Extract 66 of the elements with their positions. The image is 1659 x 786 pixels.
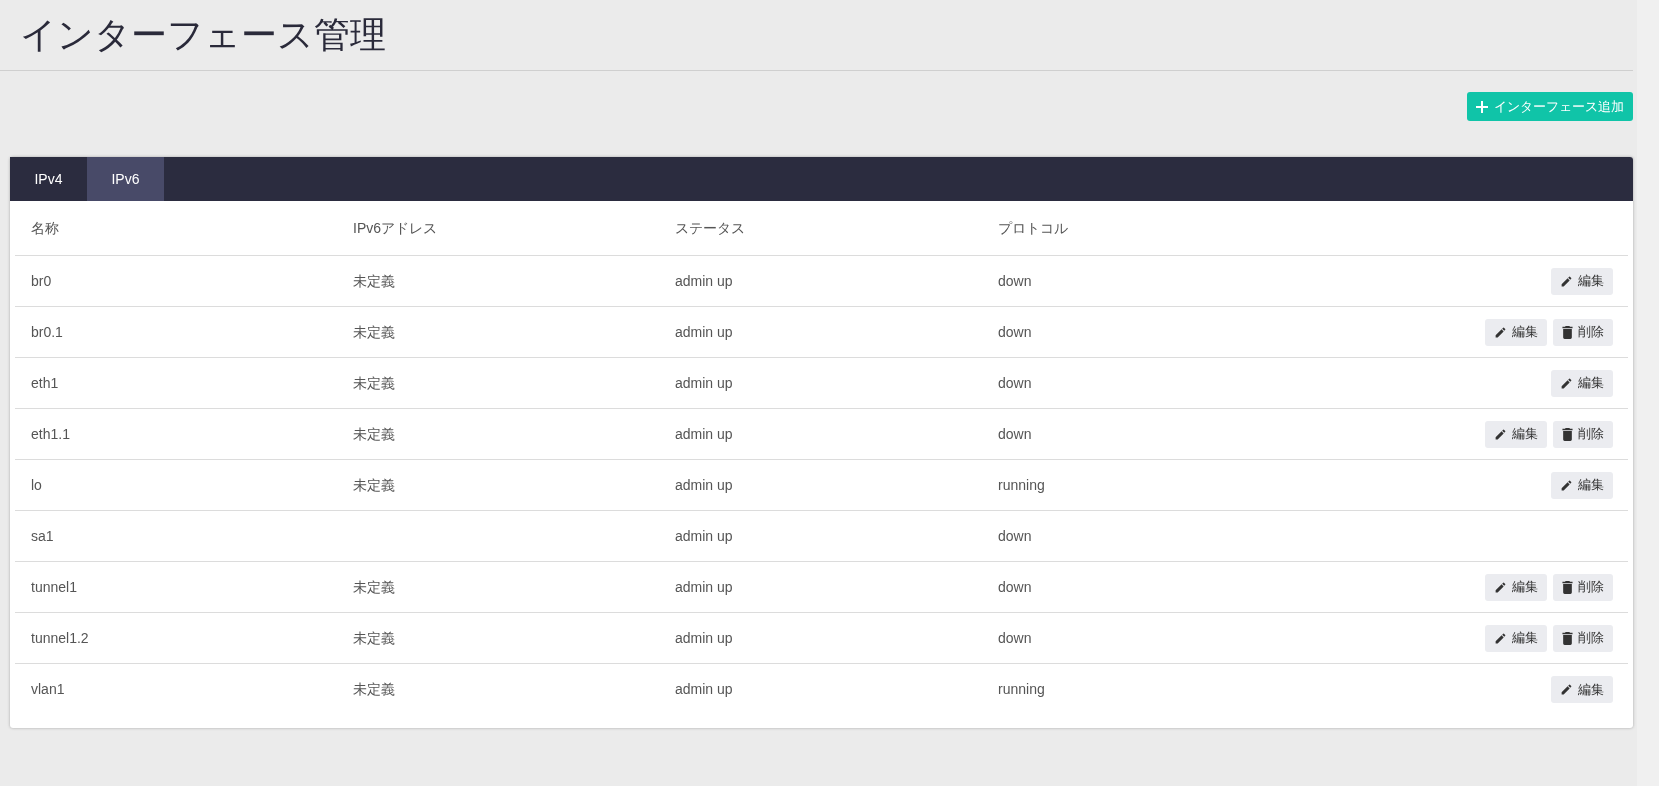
edit-button[interactable]: 編集 [1551,369,1613,397]
page-title: インターフェース管理 [20,17,386,53]
table-cell: admin up [675,629,733,646]
edit-button[interactable]: 編集 [1485,318,1547,346]
table-cell: 未定義 [353,578,395,595]
table-cell: down [998,323,1032,340]
table-cell: down [998,629,1032,646]
table-cell: 未定義 [353,681,395,697]
plus-icon [1476,100,1488,113]
table-cell: 未定義 [353,425,395,442]
delete-button[interactable]: 削除 [1553,573,1613,601]
pencil-icon [1560,683,1573,696]
edit-button[interactable]: 編集 [1551,267,1613,295]
table-cell: admin up [675,527,733,544]
table-cell: eth1.1 [31,425,70,442]
table-cell: 未定義 [353,629,395,646]
table-cell: lo [31,476,42,493]
table-cell: down [998,425,1032,442]
tab[interactable]: IPv6 [87,157,164,201]
table-cell: 未定義 [353,272,395,289]
edit-button[interactable]: 編集 [1485,573,1547,601]
delete-button[interactable]: 削除 [1553,624,1613,652]
trash-icon [1562,580,1573,594]
table-cell: down [998,527,1032,544]
table-cell: tunnel1.2 [31,629,89,646]
edit-button[interactable]: 編集 [1551,676,1613,703]
table-cell: eth1 [31,374,59,391]
column-header: IPv6アドレス [353,219,437,236]
table-cell: 未定義 [353,476,395,493]
table-cell: admin up [675,476,733,493]
trash-icon [1562,631,1573,645]
table-cell: down [998,272,1032,289]
trash-icon [1562,325,1573,339]
table-cell: running [998,681,1045,697]
edit-button[interactable]: 編集 [1485,420,1547,448]
pencil-icon [1560,376,1573,390]
table-cell: admin up [675,374,733,391]
edit-button[interactable]: 編集 [1485,624,1547,652]
table-cell: admin up [675,425,733,442]
table-cell: 未定義 [353,374,395,391]
table-cell: br0 [31,272,52,289]
table-cell: br0.1 [31,323,63,340]
table-cell: sa1 [31,527,54,544]
table-cell: 未定義 [353,323,395,340]
table-cell: down [998,578,1032,595]
table-cell: admin up [675,323,733,340]
trash-icon [1562,427,1573,441]
pencil-icon [1494,631,1507,645]
pencil-icon [1560,274,1573,288]
table-cell: admin up [675,272,733,289]
pencil-icon [1494,325,1507,339]
edit-button[interactable]: 編集 [1551,471,1613,499]
delete-button[interactable]: 削除 [1553,420,1613,448]
column-header: ステータス [675,219,745,236]
table-cell: admin up [675,578,733,595]
pencil-icon [1560,478,1573,492]
table-cell: running [998,476,1045,493]
table-cell: admin up [675,681,733,697]
column-header: プロトコル [998,219,1068,236]
table-cell: vlan1 [31,681,65,697]
pencil-icon [1494,580,1507,594]
pencil-icon [1494,427,1507,441]
table-cell: tunnel1 [31,578,77,595]
delete-button[interactable]: 削除 [1553,318,1613,346]
column-header: 名称 [31,219,59,236]
table-cell: down [998,374,1032,391]
